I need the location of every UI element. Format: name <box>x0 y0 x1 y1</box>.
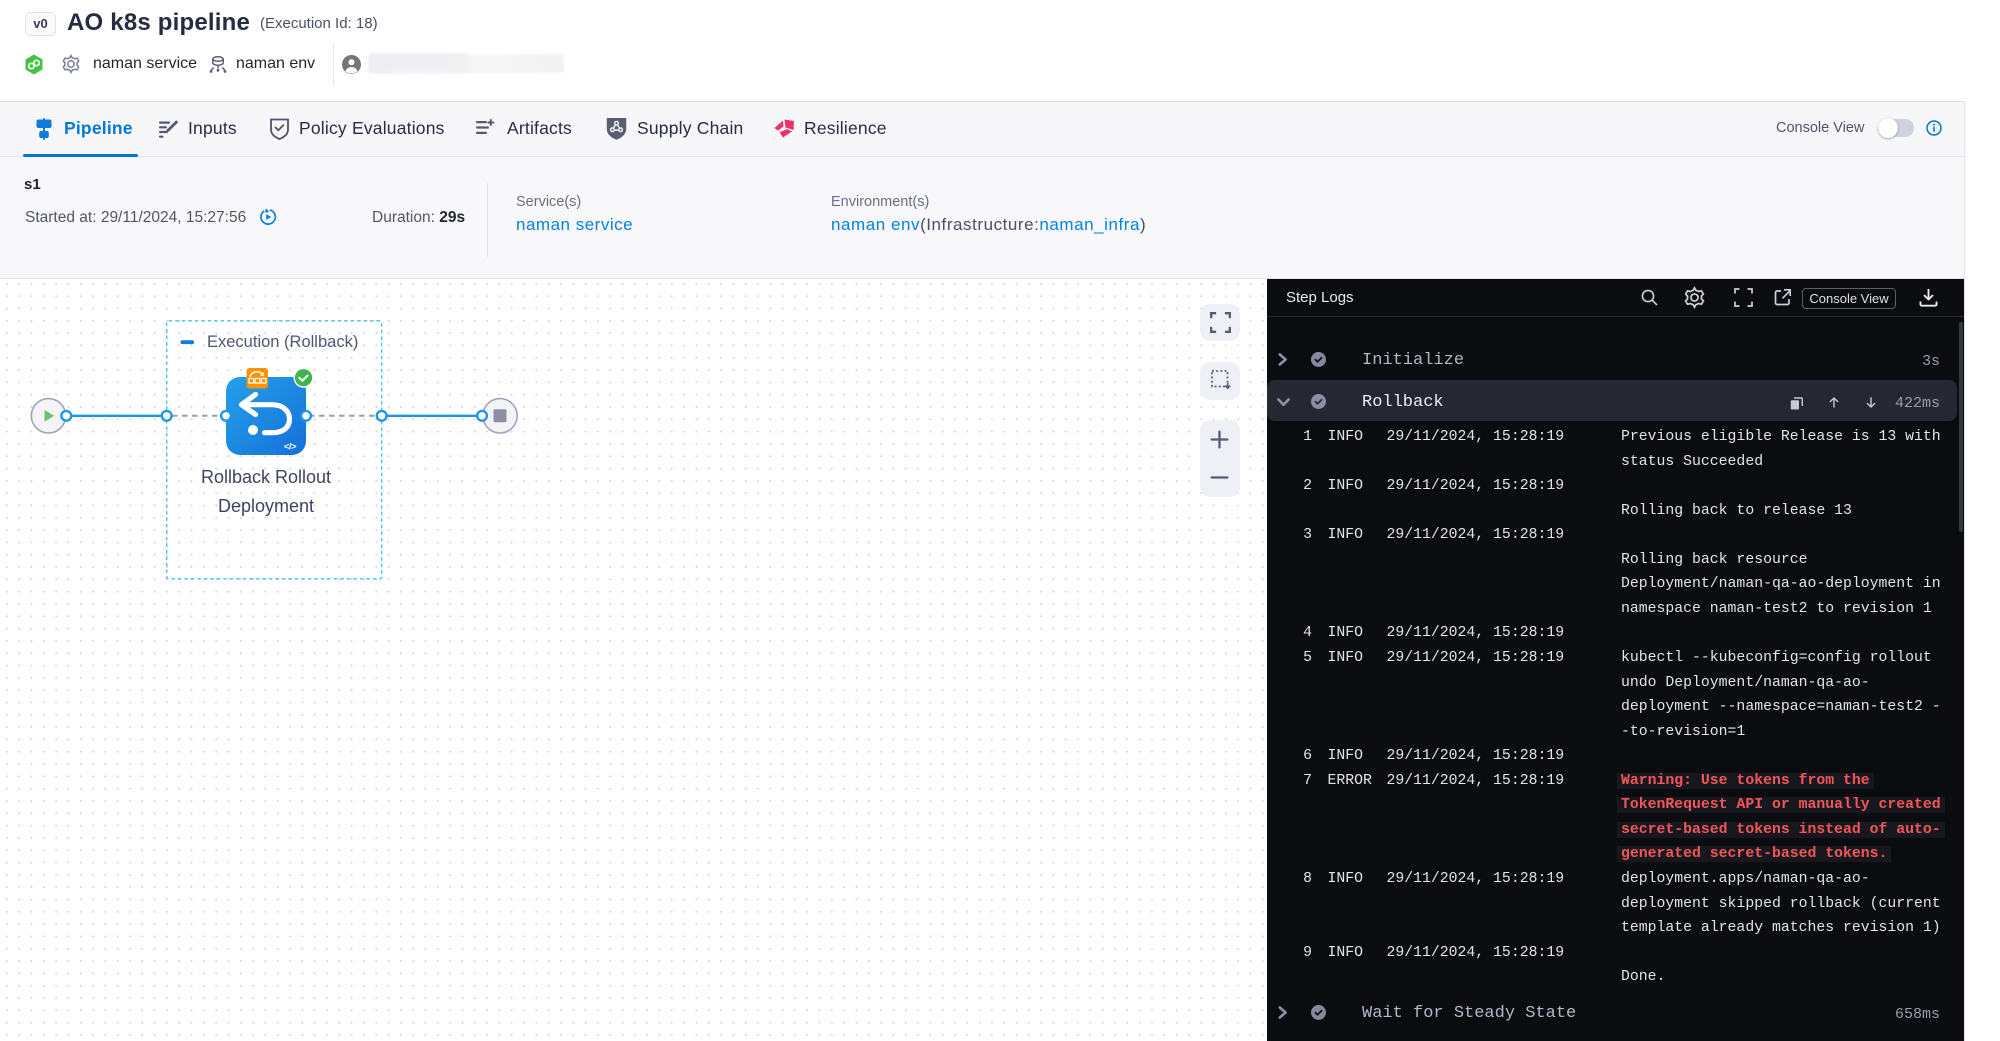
svg-text:</>: </> <box>284 442 297 453</box>
